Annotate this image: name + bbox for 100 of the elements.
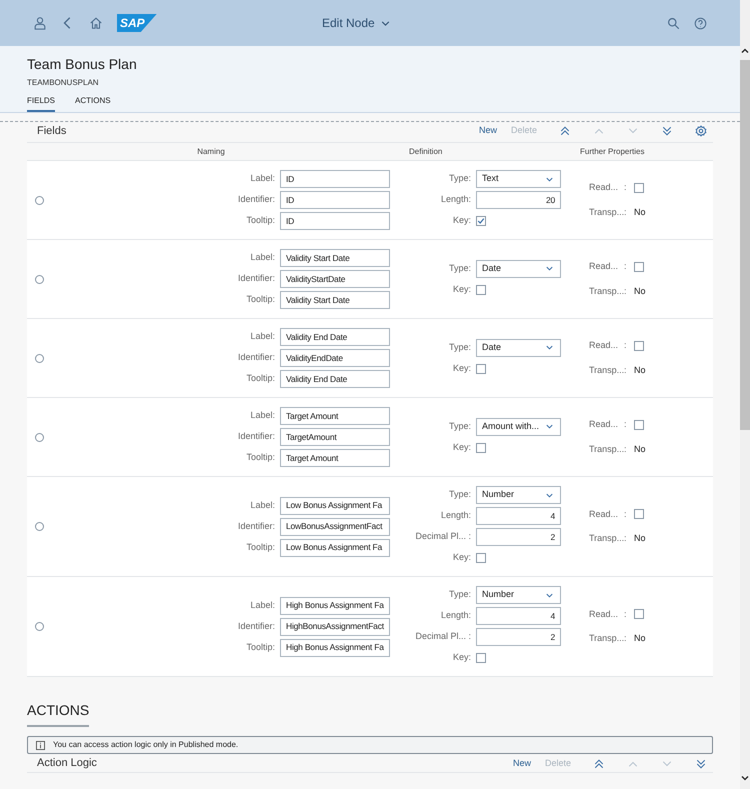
type-select[interactable]: Number [476, 586, 561, 604]
new-button[interactable]: New [478, 124, 497, 138]
field-label: Tooltip: [246, 372, 275, 386]
move-bottom-icon[interactable] [695, 758, 707, 770]
scroll-down-icon[interactable] [740, 773, 750, 783]
user-icon[interactable] [33, 16, 47, 30]
property-label: Transp... [589, 364, 624, 377]
field-label: Identifier: [238, 430, 275, 444]
checkbox[interactable] [476, 442, 486, 452]
chevron-down-icon [545, 343, 554, 352]
checkbox[interactable] [476, 364, 486, 374]
number-input[interactable]: 2 [476, 528, 561, 546]
text-input[interactable]: Validity End Date [280, 370, 390, 388]
checkbox[interactable] [634, 420, 644, 430]
scroll-thumb[interactable] [740, 60, 750, 430]
row-radio[interactable] [35, 274, 44, 284]
text-input[interactable]: Target Amount [280, 407, 390, 425]
text-input[interactable]: Low Bonus Assignment Fa [280, 538, 390, 556]
text-input[interactable]: LowBonusAssignmentFact [280, 518, 390, 536]
field-label: Type: [448, 488, 471, 502]
colon: : [624, 181, 628, 194]
info-text: You can access action logic only in Published mode. [53, 739, 238, 751]
help-icon[interactable] [694, 16, 707, 30]
move-bottom-icon[interactable] [661, 125, 673, 137]
tab[interactable]: ACTIONS [75, 95, 111, 112]
text-input[interactable]: Validity Start Date [280, 291, 390, 309]
text-input[interactable]: Validity End Date [280, 328, 390, 346]
home-icon[interactable] [89, 16, 103, 30]
column-header: Naming [196, 146, 226, 158]
number-input[interactable]: 20 [476, 191, 561, 209]
field-label: Type: [448, 588, 471, 602]
field-label: Length: [440, 509, 471, 522]
property-label: Transp... [589, 206, 624, 219]
number-input[interactable]: 4 [476, 507, 561, 525]
text-input[interactable]: ValidityEndDate [280, 349, 390, 367]
move-top-icon[interactable] [593, 758, 605, 770]
property-label: Read... [589, 508, 620, 520]
checkbox[interactable] [476, 553, 486, 563]
field-label: Length: [440, 193, 471, 206]
row-radio[interactable] [35, 522, 44, 531]
type-select[interactable]: Number [476, 486, 561, 504]
checkbox[interactable] [634, 509, 644, 520]
text-input[interactable]: ID [280, 212, 390, 230]
row-radio[interactable] [35, 354, 44, 362]
number-input[interactable]: 4 [476, 607, 561, 625]
text-input[interactable]: High Bonus Assignment Fa [280, 638, 390, 656]
field-label: Key: [452, 551, 471, 564]
property-label: Read... [589, 181, 620, 194]
new-button[interactable]: New [512, 756, 531, 770]
settings-icon[interactable] [695, 125, 707, 137]
property-value: No [634, 364, 646, 376]
tab[interactable]: FIELDS [27, 95, 56, 112]
text-input[interactable]: Target Amount [280, 449, 390, 467]
property-value: No [634, 206, 646, 218]
checkbox[interactable] [476, 284, 486, 294]
text-input[interactable]: Low Bonus Assignment Fa [280, 496, 390, 514]
text-input[interactable]: ID [280, 170, 390, 188]
field-label: Label: [250, 598, 275, 612]
text-input[interactable]: TargetAmount [280, 428, 390, 446]
colon: : [624, 532, 628, 545]
row-radio[interactable] [35, 432, 44, 442]
field-label: Label: [250, 251, 275, 264]
type-select[interactable]: Amount with... [476, 418, 561, 436]
move-top-icon[interactable] [559, 125, 571, 137]
checkbox[interactable] [476, 216, 486, 226]
checkbox[interactable] [476, 653, 486, 663]
text-input[interactable]: Validity Start Date [280, 249, 390, 267]
colon: : [624, 260, 628, 273]
scrollbar[interactable] [740, 0, 750, 789]
type-select[interactable]: Date [476, 338, 561, 356]
text-input[interactable]: ValidityStartDate [280, 270, 390, 288]
text-input[interactable]: ID [280, 191, 390, 209]
checkbox[interactable] [634, 340, 644, 351]
property-label: Transp... [589, 284, 624, 298]
colon: : [624, 632, 628, 645]
colon: : [624, 206, 628, 218]
colon: : [624, 284, 628, 298]
row-radio[interactable] [35, 196, 44, 204]
number-input[interactable]: 2 [476, 628, 561, 646]
text-input[interactable]: HighBonusAssignmentFact [280, 618, 390, 636]
sap-logo[interactable]: SAP [117, 14, 157, 32]
field-label: Label: [250, 409, 275, 422]
colon: : [624, 339, 628, 352]
field-label: Tooltip: [246, 293, 275, 306]
text-input[interactable]: High Bonus Assignment Fa [280, 596, 390, 614]
column-header: Definition [408, 146, 444, 158]
field-label: Tooltip: [246, 540, 275, 554]
property-value: No [634, 284, 646, 298]
type-select[interactable]: Date [476, 260, 561, 278]
checkbox[interactable] [634, 182, 644, 193]
type-select[interactable]: Text [476, 170, 561, 188]
row-radio[interactable] [35, 622, 44, 631]
checkbox[interactable] [634, 609, 644, 620]
field-label: Tooltip: [246, 451, 275, 464]
search-icon[interactable] [667, 16, 680, 30]
field-label: Identifier: [238, 193, 275, 206]
colon: : [624, 608, 628, 620]
checkbox[interactable] [634, 262, 644, 272]
title-menu-button[interactable]: Edit Node [322, 14, 391, 32]
field-label: Key: [452, 282, 471, 296]
